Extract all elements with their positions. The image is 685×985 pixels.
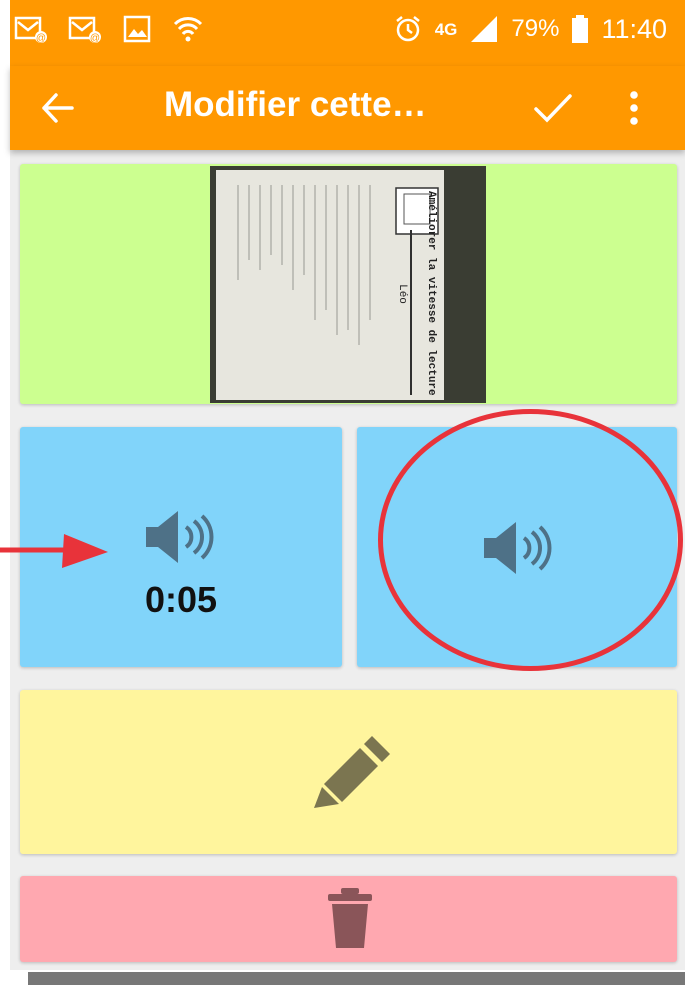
more-vert-icon[interactable] xyxy=(626,88,642,128)
signal-icon xyxy=(471,16,498,42)
edit-text-card[interactable] xyxy=(20,690,677,854)
photo-text-lines xyxy=(237,185,439,395)
photo-card[interactable]: Améliorer la vitesse de lecture Léo xyxy=(20,164,677,404)
check-icon[interactable] xyxy=(532,88,574,128)
alarm-icon xyxy=(395,16,420,42)
navigation-shadow xyxy=(28,972,685,985)
battery-icon xyxy=(572,15,589,43)
trash-icon xyxy=(328,888,372,948)
email-notification-icon: @ xyxy=(68,16,101,44)
svg-text:@: @ xyxy=(90,33,100,44)
system-status: 4G 79% 11:40 xyxy=(393,14,667,44)
app-bar: Modifier cette… xyxy=(10,66,685,150)
annotation-arrow-icon xyxy=(0,534,108,568)
wifi-icon xyxy=(173,17,203,42)
photo-document-title: Améliorer la vitesse de lecture xyxy=(425,191,437,396)
speaker-icon xyxy=(146,511,214,563)
photo-document-author: Léo xyxy=(395,284,408,304)
arrow-left-icon[interactable] xyxy=(38,88,78,128)
clock: 11:40 xyxy=(601,13,667,44)
document-photo: Améliorer la vitesse de lecture Léo xyxy=(210,166,486,403)
svg-text:@: @ xyxy=(36,33,46,44)
pencil-icon xyxy=(314,736,390,808)
photo-paper: Améliorer la vitesse de lecture Léo xyxy=(216,170,444,400)
annotation-circle xyxy=(378,409,683,671)
audio-duration: 0:05 xyxy=(144,579,218,620)
status-bar: @ @ 4G 79% 11:40 xyxy=(10,0,685,66)
battery-percentage: 79% xyxy=(511,15,560,42)
page-title: Modifier cette… xyxy=(164,85,427,124)
notification-icons: @ @ xyxy=(14,14,204,44)
image-notification-icon xyxy=(123,15,151,43)
delete-card[interactable] xyxy=(20,876,677,962)
email-notification-icon: @ xyxy=(14,16,47,44)
network-type: 4G xyxy=(434,19,458,39)
